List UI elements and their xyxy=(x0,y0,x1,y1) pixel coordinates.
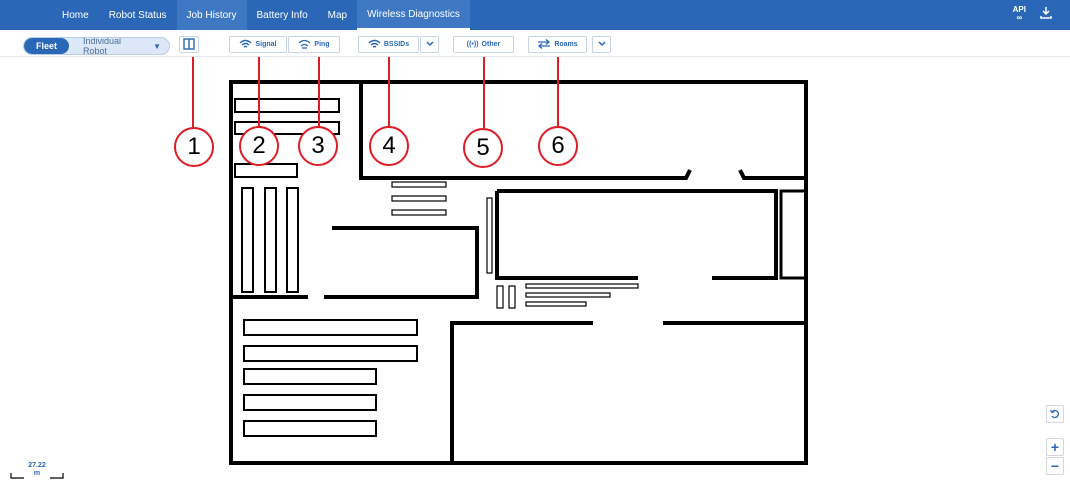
shelves xyxy=(391,181,639,309)
signal-label: Signal xyxy=(255,41,277,48)
callout-2: 2 xyxy=(239,126,279,166)
panel-toggle-button[interactable] xyxy=(179,36,199,53)
panel-icon xyxy=(183,37,195,52)
callout-6: 6 xyxy=(538,126,578,166)
tab-home[interactable]: Home xyxy=(52,0,99,30)
ping-label: Ping xyxy=(314,41,330,48)
fleet-toggle[interactable]: Fleet xyxy=(24,38,70,54)
callout-5: 5 xyxy=(463,128,503,168)
tab-robot-status[interactable]: Robot Status xyxy=(99,0,177,30)
roams-button[interactable]: Roams xyxy=(528,36,587,53)
signal-button[interactable]: Signal xyxy=(229,36,287,53)
chevron-down-icon xyxy=(597,40,606,49)
floor-plan-map[interactable] xyxy=(0,57,1070,486)
callout-leader xyxy=(318,57,320,128)
reset-view-button[interactable] xyxy=(1046,405,1064,423)
top-nav-bar: Home Robot Status Job History Battery In… xyxy=(0,0,1070,30)
wifi-icon xyxy=(368,39,381,51)
toolbar: Fleet Individual Robot ▼ Signal Ping BSS… xyxy=(0,35,1070,55)
tab-job-history[interactable]: Job History xyxy=(176,0,247,30)
roams-dropdown-button[interactable] xyxy=(592,36,611,53)
api-icon[interactable]: API ∞ xyxy=(1013,6,1026,22)
plus-icon: + xyxy=(1050,439,1060,455)
callout-4: 4 xyxy=(369,126,409,166)
minus-icon: − xyxy=(1050,458,1060,474)
scale-bar xyxy=(10,473,64,479)
zoom-in-button[interactable]: + xyxy=(1046,438,1064,456)
tab-wireless-diagnostics[interactable]: Wireless Diagnostics xyxy=(357,0,470,30)
roams-label: Roams xyxy=(554,41,578,48)
tab-map[interactable]: Map xyxy=(318,0,357,30)
swap-arrows-icon xyxy=(537,38,551,51)
tab-battery-info[interactable]: Battery Info xyxy=(247,0,318,30)
wifi-icon xyxy=(239,39,252,51)
view-mode-toggle: Fleet Individual Robot ▼ xyxy=(23,37,170,55)
broadcast-icon: ((•)) xyxy=(466,41,479,48)
zoom-out-button[interactable]: − xyxy=(1046,457,1064,475)
individual-robot-label: Individual Robot xyxy=(83,37,122,55)
callout-leader xyxy=(258,57,260,128)
bssids-label: BSSIDs xyxy=(383,41,410,48)
chevron-down-icon xyxy=(425,40,434,49)
other-label: Other xyxy=(481,41,501,48)
callout-1: 1 xyxy=(174,127,214,167)
ping-button[interactable]: Ping xyxy=(288,36,340,53)
individual-robot-dropdown[interactable]: Individual Robot ▼ xyxy=(69,38,169,54)
ping-icon xyxy=(298,39,311,51)
bssids-button[interactable]: BSSIDs xyxy=(358,36,419,53)
callout-leader xyxy=(483,57,485,128)
callout-leader xyxy=(192,57,194,128)
map-scale: 27.22 m xyxy=(10,462,64,482)
callout-leader xyxy=(388,57,390,128)
callout-3: 3 xyxy=(298,126,338,166)
download-icon[interactable] xyxy=(1040,6,1052,22)
rotate-icon xyxy=(1049,406,1060,422)
bssids-dropdown-button[interactable] xyxy=(420,36,439,53)
callout-leader xyxy=(557,57,559,128)
caret-down-icon: ▼ xyxy=(153,41,161,51)
nav-tabs: Home Robot Status Job History Battery In… xyxy=(52,0,470,30)
other-button[interactable]: ((•)) Other xyxy=(453,36,514,53)
